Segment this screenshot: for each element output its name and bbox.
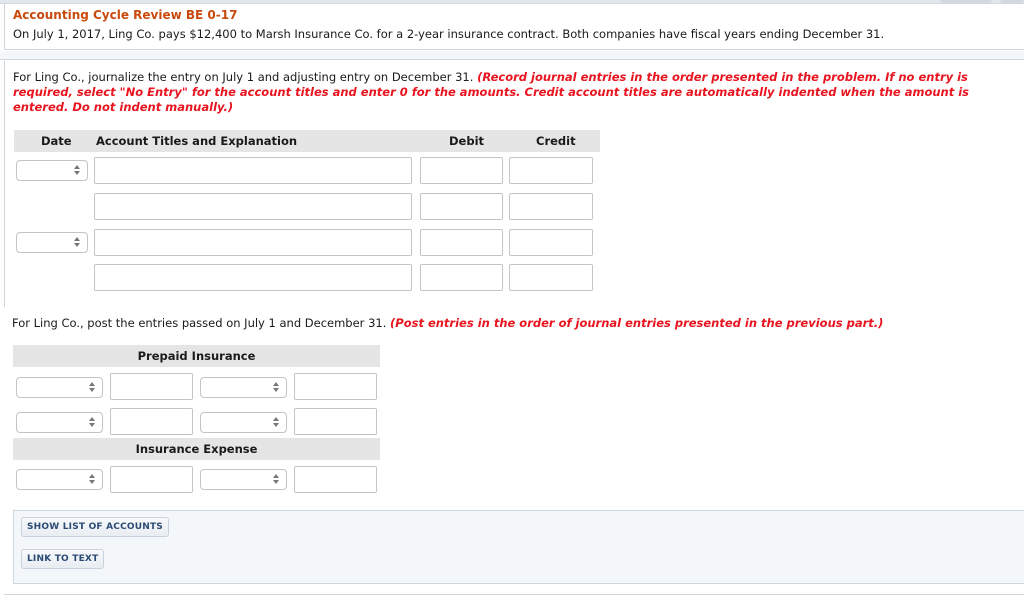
credit-date-select[interactable] <box>200 412 287 433</box>
credit-date-select[interactable] <box>200 377 287 398</box>
select-arrows-icon <box>89 417 95 429</box>
debit-date-select[interactable] <box>16 412 103 433</box>
link-to-text-button[interactable]: LINK TO TEXT <box>21 549 105 569</box>
section-divider <box>0 51 1024 60</box>
problem-statement: Accounting Cycle Review BE 0-17 On July … <box>4 4 1024 50</box>
credit-input[interactable] <box>509 229 593 256</box>
select-arrows-icon <box>89 382 95 394</box>
select-arrows-icon <box>273 474 279 486</box>
debit-input[interactable] <box>420 264 503 291</box>
t-account-header-insurance-expense: Insurance Expense <box>13 438 380 460</box>
account-title-input[interactable] <box>94 264 412 291</box>
credit-amount-input[interactable] <box>294 408 377 435</box>
debit-date-select[interactable] <box>16 377 103 398</box>
posting-instruction: For Ling Co., post the entries passed on… <box>12 316 883 330</box>
journal-table-header: Date Account Titles and Explanation Debi… <box>14 130 600 152</box>
debit-input[interactable] <box>420 229 503 256</box>
debit-amount-input[interactable] <box>110 373 193 400</box>
col-account: Account Titles and Explanation <box>96 134 298 148</box>
journal-entry-section: For Ling Co., journalize the entry on Ju… <box>4 61 1024 307</box>
problem-title: Accounting Cycle Review BE 0-17 <box>13 8 238 22</box>
journal-instruction: For Ling Co., journalize the entry on Ju… <box>13 70 1013 115</box>
credit-input[interactable] <box>509 193 593 220</box>
date-select[interactable] <box>16 232 88 253</box>
col-date: Date <box>41 134 72 148</box>
account-title-input[interactable] <box>94 193 412 220</box>
link-text-bar: LINK TO TEXT <box>13 543 1024 584</box>
debit-amount-input[interactable] <box>110 466 193 493</box>
debit-date-select[interactable] <box>16 469 103 490</box>
col-credit: Credit <box>536 134 576 148</box>
select-arrows-icon <box>89 474 95 486</box>
credit-amount-input[interactable] <box>294 466 377 493</box>
top-tab[interactable] <box>940 0 992 3</box>
posting-instruction-text: For Ling Co., post the entries passed on… <box>12 316 387 330</box>
credit-date-select[interactable] <box>200 469 287 490</box>
debit-input[interactable] <box>420 157 503 184</box>
select-arrows-icon <box>74 237 80 249</box>
credit-input[interactable] <box>509 264 593 291</box>
account-title-input[interactable] <box>94 157 412 184</box>
debit-amount-input[interactable] <box>110 408 193 435</box>
account-title-input[interactable] <box>94 229 412 256</box>
select-arrows-icon <box>74 165 80 177</box>
debit-input[interactable] <box>420 193 503 220</box>
date-select[interactable] <box>16 160 88 181</box>
show-list-of-accounts-button[interactable]: SHOW LIST OF ACCOUNTS <box>21 517 169 537</box>
credit-input[interactable] <box>509 157 593 184</box>
posting-instruction-note: (Post entries in the order of journal en… <box>390 316 884 330</box>
problem-text: On July 1, 2017, Ling Co. pays $12,400 t… <box>13 27 885 41</box>
t-account-header-prepaid-insurance: Prepaid Insurance <box>13 345 380 367</box>
journal-instruction-text: For Ling Co., journalize the entry on Ju… <box>13 70 474 84</box>
show-list-bar: SHOW LIST OF ACCOUNTS <box>13 510 1024 544</box>
select-arrows-icon <box>273 417 279 429</box>
col-debit: Debit <box>449 134 485 148</box>
credit-amount-input[interactable] <box>294 373 377 400</box>
select-arrows-icon <box>273 382 279 394</box>
top-tab[interactable] <box>1000 0 1024 3</box>
bottom-divider <box>4 594 1024 595</box>
